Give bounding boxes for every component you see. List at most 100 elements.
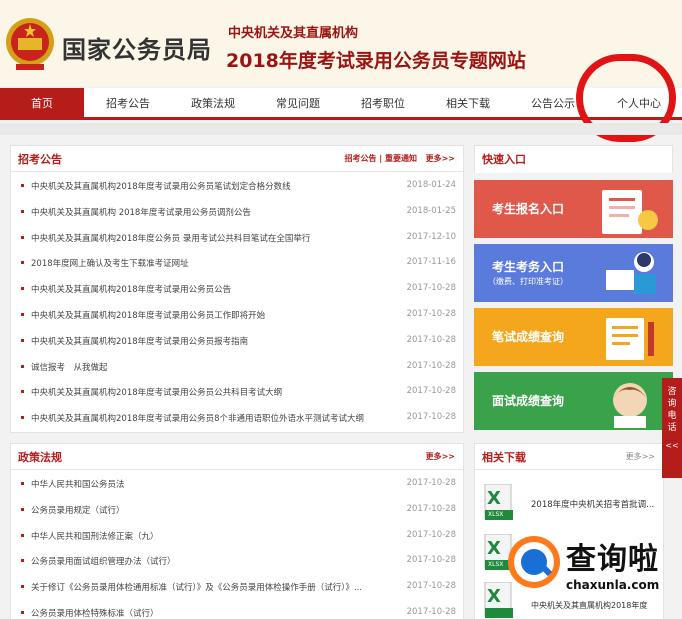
bullet-icon <box>21 482 24 485</box>
item-date: 2017-10-28 <box>406 529 456 540</box>
quick-entry-panel: 快速入口 <box>474 145 673 173</box>
list-item[interactable]: 公务员录用体检特殊标准（试行） 2017-10-28 <box>11 600 463 619</box>
bullet-icon <box>21 390 24 394</box>
list-item[interactable]: 中华人民共和国刑法修正案（九） 2017-10-28 <box>11 523 463 549</box>
header-subtitle: 中央机关及其直属机构 <box>228 26 359 41</box>
bullet-icon <box>21 313 24 316</box>
bullet-icon <box>21 235 24 239</box>
list-item[interactable]: 中央机关及其直属机构2018年度考试录用公务员工作即将开始 2017-10-28 <box>11 302 463 328</box>
more-link[interactable]: 更多>> <box>626 451 655 462</box>
tile-written-score[interactable]: 笔试成绩查询 <box>474 308 673 366</box>
list-item[interactable]: 中华人民共和国公务员法 2017-10-28 <box>11 471 463 497</box>
tile-label: 考生报名入口 <box>492 202 565 216</box>
header-title: 2018年度考试录用公务员专题网站 <box>226 50 526 72</box>
item-date: 2017-10-28 <box>406 503 456 514</box>
svg-text:X: X <box>487 538 501 559</box>
list-item[interactable]: 中央机关及其直属机构2018年度考试录用公务员公告 2017-10-28 <box>11 276 463 302</box>
list-item[interactable]: 中央机关及其直属机构2018年度公务员 录用考试公共科目笔试在全国举行 2017-… <box>11 225 463 251</box>
list-item[interactable]: 诚信报考 从我做起 2017-10-28 <box>11 354 463 380</box>
item-date: 2017-10-28 <box>406 309 456 319</box>
policies-panel: 政策法规 更多>> 中华人民共和国公务员法 2017-10-28 公务员录用规定（试… <box>10 443 464 619</box>
national-emblem-icon <box>6 18 54 70</box>
item-date: 2017-10-28 <box>406 555 456 566</box>
bullet-icon <box>21 338 24 342</box>
bullet-icon <box>21 585 24 589</box>
list-item[interactable]: 中央机关及其直属机构2018年度考试录用公务员笔试划定合格分数线 2018-01-… <box>11 173 463 199</box>
consult-phone-tab[interactable]: 咨询电话 << <box>662 378 682 478</box>
item-date: 2017-10-28 <box>406 283 456 294</box>
list-item[interactable]: 2018年度网上确认及考生下载准考证网址 2017-11-16 <box>11 250 463 276</box>
clipboard-illustration-icon <box>606 318 654 360</box>
item-title[interactable]: 中央机关及其直属机构2018年度考试录用公务员公共科目考试大纲 <box>31 386 282 398</box>
item-date: 2017-10-28 <box>406 581 456 592</box>
item-title[interactable]: 中央机关及其直属机构2018年度考试录用公务员公告 <box>31 283 231 295</box>
consult-phone-label: 咨询电话 <box>667 387 677 433</box>
document-illustration-icon <box>602 190 658 234</box>
item-title[interactable]: 公务员录用面试组织管理办法（试行） <box>31 555 176 567</box>
item-title[interactable]: 中央机关及其直属机构2018年度考试录用公务员报考指南 <box>31 335 248 347</box>
item-date: 2018-01-24 <box>406 180 456 190</box>
panel-header: 政策法规 更多>> <box>11 444 463 470</box>
item-title[interactable]: 中央机关及其直属机构2018年度公务员 录用考试公共科目笔试在全国举行 <box>31 232 310 244</box>
person-illustration-icon <box>613 383 647 428</box>
list-item[interactable]: 中央机关及其直属机构2018年度考试录用公务员报考指南 2017-10-28 <box>11 328 463 354</box>
item-title[interactable]: 中华人民共和国公务员法 <box>31 478 125 490</box>
item-title[interactable]: 诚信报考 从我做起 <box>31 361 108 373</box>
bullet-icon <box>21 261 24 265</box>
bullet-icon <box>21 364 24 368</box>
bullet-icon <box>21 611 24 614</box>
item-title[interactable]: 2018年度网上确认及考生下载准考证网址 <box>31 257 189 269</box>
panel-header: 招考公告 招考公告 | 重要通知 更多>> <box>11 146 463 172</box>
item-title[interactable]: 中央机关及其直属机构2018年度考试录用公务员笔试划定合格分数线 <box>31 180 291 192</box>
list-item[interactable]: 中央机关及其直属机构2018年度考试录用公务员8个非通用语职位外语水平测试考试大… <box>11 405 463 431</box>
tile-registration[interactable]: 考生报名入口 <box>474 180 673 238</box>
bullet-icon <box>21 507 24 511</box>
tile-exam-affairs[interactable]: 考生考务入口 （缴费、打印准考证） <box>474 244 673 302</box>
item-date: 2017-11-16 <box>406 257 456 268</box>
tile-sub-label: （缴费、打印准考证） <box>488 277 568 286</box>
nav-downloads[interactable]: 相关下载 <box>426 88 510 120</box>
list-item[interactable]: 中央机关及其直属机构 2018年度考试录用公务员调剂公告 2018-01-25 <box>11 199 463 225</box>
nav-faq[interactable]: 常见问题 <box>256 88 340 120</box>
bullet-icon <box>21 533 24 537</box>
tile-label: 考生考务入口 <box>492 260 565 274</box>
item-date: 2017-10-28 <box>406 412 456 423</box>
site-header: 国家公务员局 中央机关及其直属机构 2018年度考试录用公务员专题网站 <box>0 0 682 86</box>
xlsx-file-icon[interactable]: X XLSX <box>483 483 515 522</box>
nav-policies[interactable]: 政策法规 <box>171 88 255 120</box>
watermark-text: 查询啦 <box>566 542 659 577</box>
item-date: 2018-01-25 <box>406 205 456 216</box>
nav-positions[interactable]: 招考职位 <box>341 88 425 120</box>
download-title[interactable]: 2018年度中央机关招考首批调... <box>531 498 654 510</box>
bullet-icon <box>21 287 24 291</box>
item-title[interactable]: 中央机关及其直属机构2018年度考试录用公务员8个非通用语职位外语水平测试考试大… <box>31 412 364 424</box>
nav-home[interactable]: 首页 <box>0 88 84 120</box>
list-item[interactable]: 关于修订《公务员录用体检通用标准（试行）》及《公务员录用体检操作手册（试行）》.… <box>11 574 463 600</box>
item-title[interactable]: 关于修订《公务员录用体检通用标准（试行）》及《公务员录用体检操作手册（试行）》.… <box>31 581 362 593</box>
item-date: 2017-10-28 <box>406 334 456 345</box>
item-title[interactable]: 中华人民共和国刑法修正案（九） <box>31 530 159 542</box>
item-title[interactable]: 中央机关及其直属机构2018年度考试录用公务员工作即将开始 <box>31 309 265 321</box>
bullet-icon <box>21 416 24 420</box>
list-item[interactable]: 公务员录用规定（试行） 2017-10-28 <box>11 497 463 523</box>
item-title[interactable]: 中央机关及其直属机构 2018年度考试录用公务员调剂公告 <box>31 206 251 218</box>
item-title[interactable]: 公务员录用体检特殊标准（试行） <box>31 607 159 619</box>
item-date: 2017-10-28 <box>406 386 456 397</box>
download-title[interactable]: 中央机关及其直属机构2018年度 <box>531 600 647 611</box>
panel-tab-links[interactable]: 招考公告 | 重要通知 <box>345 153 418 164</box>
list-item[interactable]: 中央机关及其直属机构2018年度考试录用公务员公共科目考试大纲 2017-10-2… <box>11 379 463 405</box>
bullet-icon <box>21 209 24 213</box>
panel-title: 招考公告 <box>18 153 62 166</box>
divider <box>0 123 682 135</box>
svg-text:X: X <box>487 586 501 607</box>
bullet-icon <box>21 559 24 563</box>
more-link[interactable]: 更多>> <box>426 451 455 462</box>
list-item[interactable]: 公务员录用面试组织管理办法（试行） 2017-10-28 <box>11 548 463 574</box>
tile-interview-score[interactable]: 面试成绩查询 <box>474 372 673 430</box>
nav-announcements[interactable]: 招考公告 <box>86 88 170 120</box>
panel-title: 政策法规 <box>18 451 62 464</box>
item-date: 2017-10-28 <box>406 478 456 488</box>
more-link[interactable]: 更多>> <box>426 153 455 164</box>
search-logo-icon <box>508 536 560 588</box>
item-title[interactable]: 公务员录用规定（试行） <box>31 504 125 516</box>
